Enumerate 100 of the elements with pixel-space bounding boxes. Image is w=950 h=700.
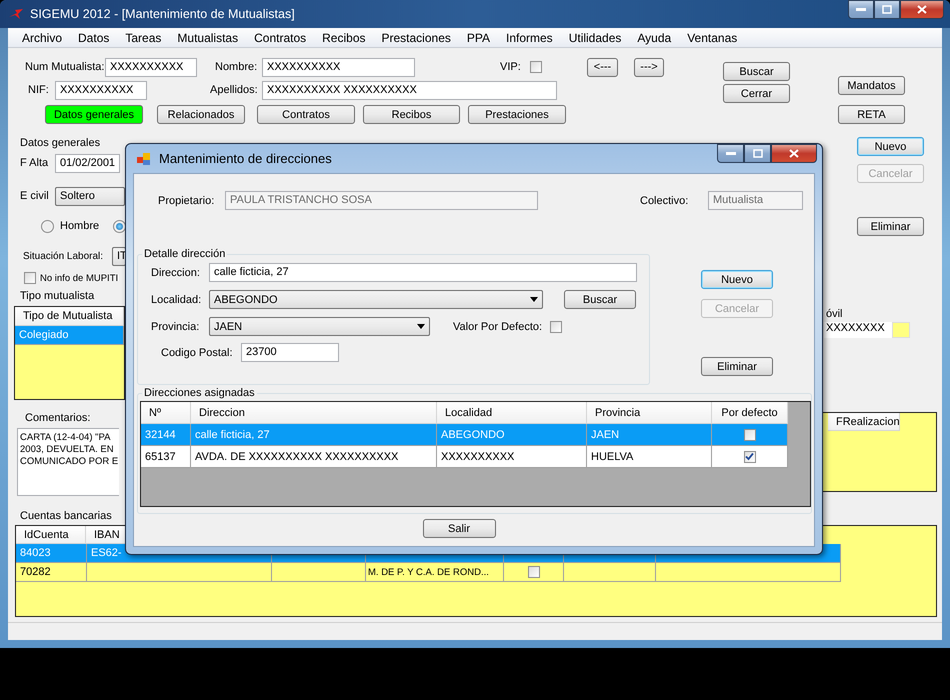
field-label: Apellidos:	[210, 84, 259, 96]
field-label: Propietario:	[158, 194, 216, 206]
table-cell[interactable]: 70282	[16, 563, 87, 582]
close-form-button[interactable]: Cerrar	[723, 84, 790, 103]
column-header[interactable]: IBAN	[86, 526, 126, 544]
window-title: SIGEMU 2012 - [Mantenimiento de Mutualistas]	[30, 7, 295, 21]
action-button[interactable]: Eliminar	[701, 357, 773, 376]
menu-item[interactable]: Informes	[498, 30, 561, 44]
table-cell[interactable]: 65137	[141, 446, 191, 468]
field-label: Comentarios:	[25, 412, 90, 425]
field-label: Situación Laboral:	[23, 250, 104, 262]
checkbox[interactable]	[530, 61, 542, 73]
search-button[interactable]: Buscar	[723, 62, 790, 81]
dropdown[interactable]: JAEN	[209, 317, 430, 336]
tab-button[interactable]: Contratos	[257, 105, 355, 124]
table-cell[interactable]: M. DE P. Y C.A. DE ROND...	[366, 563, 504, 582]
checkbox[interactable]	[24, 272, 36, 284]
owner-field[interactable]: PAULA TRISTANCHO SOSA	[225, 191, 538, 210]
maximize-button[interactable]	[744, 144, 771, 163]
comments-field[interactable]: CARTA (12-4-04) "PA 2003, DEVUELTA. EN COMUNICADO POR E	[17, 428, 119, 496]
radio-button[interactable]	[41, 220, 54, 232]
input-field[interactable]	[892, 322, 910, 338]
menu-item[interactable]: Prestaciones	[374, 30, 459, 44]
tab-button[interactable]: Recibos	[363, 105, 460, 124]
table-cell[interactable]: XXXXXXXXXX	[437, 446, 587, 468]
window-icon	[137, 152, 151, 166]
dropdown[interactable]: Soltero	[55, 186, 125, 206]
input-field[interactable]: XXXXXXXXXX	[105, 58, 197, 76]
next-button[interactable]: --->	[634, 58, 664, 76]
input-field[interactable]: XXXXXXXXXX	[55, 80, 147, 100]
menu-item[interactable]: PPA	[458, 30, 498, 44]
group-title: Direcciones asignadas	[143, 387, 256, 399]
field-label: VIP:	[500, 61, 522, 73]
column-header[interactable]: Nº	[141, 402, 191, 424]
checkbox[interactable]	[744, 428, 756, 440]
menu-item[interactable]: Datos	[70, 30, 118, 44]
menu-item[interactable]: Contratos	[246, 30, 314, 44]
group-title: Cuentas bancarias	[20, 510, 112, 523]
minimize-button[interactable]	[717, 144, 744, 163]
checkbox[interactable]	[744, 450, 756, 462]
action-button[interactable]: Eliminar	[857, 217, 924, 236]
menu-item[interactable]: Mutualistas	[169, 30, 246, 44]
field-label: Colectivo:	[640, 194, 690, 206]
exit-button[interactable]: Salir	[422, 519, 496, 538]
action-button[interactable]: Nuevo	[701, 270, 773, 289]
tab-button[interactable]: Relacionados	[157, 105, 245, 124]
field-label: Nombre:	[215, 61, 258, 73]
field-label: F Alta	[20, 157, 50, 169]
radio-label: Hombre	[60, 220, 100, 232]
table-cell[interactable]: HUELVA	[587, 446, 712, 468]
address-field[interactable]: calle ficticia, 27	[209, 263, 637, 282]
menu-item[interactable]: Ayuda	[629, 30, 680, 44]
dropdown-arrow-icon	[530, 297, 538, 302]
dropdown[interactable]: IT	[112, 246, 126, 266]
group-title: Datos generales	[20, 137, 100, 150]
menu-item[interactable]: Ventanas	[679, 30, 746, 44]
search-button[interactable]: Buscar	[564, 290, 636, 309]
checkbox-label: No info de MUPITI	[40, 272, 118, 284]
minimize-button[interactable]	[848, 0, 874, 19]
maximize-icon	[882, 5, 892, 14]
dropdown-arrow-icon	[417, 324, 425, 329]
checkbox[interactable]	[528, 566, 540, 578]
menu-item[interactable]: Utilidades	[560, 30, 630, 44]
checkbox[interactable]	[550, 320, 562, 332]
field-label: Direccion:	[151, 266, 201, 278]
field-label: Codigo Postal:	[161, 346, 234, 358]
column-header[interactable]: IdCuenta	[16, 526, 86, 544]
menu-item[interactable]: Archivo	[14, 30, 70, 44]
tab-button[interactable]: Datos generales	[45, 105, 143, 124]
menu-item[interactable]: Recibos	[314, 30, 374, 44]
group-title: Tipo mutualista	[20, 290, 94, 303]
dialog-title: Mantenimiento de direcciones	[159, 151, 332, 166]
field-label: E civil	[20, 190, 50, 202]
input-field[interactable]: XXXXXXXXXX	[262, 58, 415, 76]
action-button[interactable]: Mandatos	[838, 76, 905, 95]
radio-button[interactable]	[113, 220, 126, 232]
column-header[interactable]: Provincia	[587, 402, 712, 424]
menu-item[interactable]: Tareas	[117, 30, 170, 44]
column-header[interactable]: Direccion	[191, 402, 437, 424]
action-button[interactable]: RETA	[838, 105, 905, 124]
close-button[interactable]	[771, 144, 817, 163]
field-label: Num Mutualista:	[25, 61, 105, 73]
dropdown[interactable]: ABEGONDO	[209, 290, 543, 309]
group-field[interactable]: Mutualista	[708, 191, 803, 210]
column-header[interactable]: FRealizacion	[828, 413, 900, 431]
date-field[interactable]: 01/02/2001	[55, 154, 120, 172]
column-header[interactable]: Por defecto	[712, 402, 788, 424]
input-field[interactable]: XXXXXXXX	[824, 322, 892, 338]
maximize-button[interactable]	[874, 0, 900, 19]
close-button[interactable]	[900, 0, 944, 19]
column-header[interactable]: Localidad	[437, 402, 587, 424]
postal-code-field[interactable]: 23700	[241, 343, 339, 362]
close-icon	[917, 5, 927, 14]
previous-button[interactable]: <---	[587, 58, 618, 76]
tab-button[interactable]: Prestaciones	[468, 105, 566, 124]
table-cell[interactable]: AVDA. DE XXXXXXXXXX XXXXXXXXXX	[191, 446, 437, 468]
input-field[interactable]: XXXXXXXXXX XXXXXXXXXX	[262, 80, 557, 100]
field-label: Localidad:	[151, 294, 202, 306]
column-header[interactable]: Tipo de Mutualista	[15, 307, 124, 326]
action-button[interactable]: Nuevo	[857, 137, 924, 156]
